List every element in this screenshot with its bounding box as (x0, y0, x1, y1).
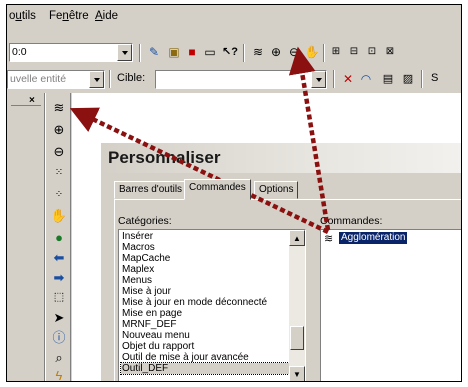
list-item[interactable]: Maplex (121, 264, 289, 275)
pan-icon[interactable]: ✋ (305, 45, 320, 59)
custom-tool-icon[interactable]: ≋ (251, 45, 265, 59)
list-item[interactable]: MapCache (121, 253, 289, 264)
dialog-title: Personnaliser (108, 148, 221, 167)
identify-icon[interactable]: ⓘ (51, 329, 67, 345)
panel-divider (11, 105, 41, 106)
back-arrow-icon[interactable]: ⬅ (51, 249, 67, 265)
entity-dropdown-button[interactable] (89, 71, 104, 88)
fixed-zoom-in-icon[interactable]: ⊞ (329, 45, 343, 59)
list-item[interactable]: Outil de mise à jour avancée (121, 352, 289, 363)
zoom-out-icon[interactable]: ⊖ (287, 45, 301, 59)
arc-tool-icon[interactable]: ◠ (359, 72, 373, 86)
scroll-down-icon[interactable]: ▼ (289, 366, 305, 381)
scroll-up-icon[interactable]: ▲ (289, 230, 305, 246)
tab-commandes[interactable]: Commandes (184, 179, 251, 200)
menu-bar: outils Fenêtre Aide (7, 5, 461, 27)
zoom-in-icon[interactable]: ⊕ (51, 121, 67, 137)
scale-value: 0:0 (12, 46, 27, 58)
command-item-selected[interactable]: ≋ Agglomération (323, 232, 461, 245)
full-extent-icon[interactable]: ⊡ (365, 45, 379, 59)
tab-barres-outils[interactable]: Barres d'outils (114, 181, 188, 199)
select-features-icon[interactable]: ⬚ (51, 289, 67, 305)
previous-extent-icon[interactable]: ⊠ (383, 45, 397, 59)
trailing-label: S (431, 72, 439, 84)
tools-toolbar: ≋ ⊕ ⊖ ⁙ ⁘ ✋ ● ⬅ ➡ ⬚ ➤ ⓘ ⌕ ϟ (45, 93, 71, 382)
cible-label: Cible: (117, 72, 146, 84)
toolbar-separator (421, 70, 423, 88)
list-item[interactable]: Insérer (121, 231, 289, 242)
commands-label: Commandes: (320, 215, 383, 227)
tab-options[interactable]: Options (254, 181, 299, 199)
menu-aide[interactable]: Aide (95, 10, 118, 22)
toolbar-separator (333, 70, 335, 88)
customize-dialog: Personnaliser Barres d'outils Commandes … (101, 143, 461, 381)
list-item[interactable]: Mise en page (121, 308, 289, 319)
list-item-selected[interactable]: Outil_DEF (120, 362, 290, 375)
categories-scrollbar[interactable]: ▲ ▼ (289, 230, 305, 381)
dialog-title-bar: Personnaliser (102, 143, 461, 173)
arctoolbox-icon[interactable]: ■ (185, 45, 199, 59)
editor-pencil-icon[interactable]: ✎ (147, 45, 161, 59)
menu-outils[interactable]: outils (9, 10, 36, 22)
categories-label: Catégories: (118, 215, 172, 227)
toolbar-separator (243, 44, 245, 62)
toolbar-separator (109, 70, 111, 88)
list-item[interactable]: Nouveau menu (121, 330, 289, 341)
sketch-properties-icon[interactable]: ▨ (401, 72, 415, 86)
entity-combo[interactable]: uvelle entité (7, 70, 105, 89)
command-item-label: Agglomération (339, 232, 408, 244)
list-item[interactable]: Menus (121, 275, 289, 286)
sketch-tool-icon[interactable]: ✕ (341, 72, 355, 86)
whats-this-help-icon[interactable]: ↖? (222, 45, 238, 59)
toolbar-separator (323, 44, 325, 62)
list-item[interactable]: Mise à jour en mode déconnecté (121, 297, 289, 308)
entity-value: uvelle entité (10, 73, 67, 85)
window-icon[interactable]: ▭ (203, 45, 217, 59)
fixed-zoom-out-icon[interactable]: ⁘ (51, 187, 67, 203)
scale-combo[interactable]: 0:0 (9, 43, 133, 62)
list-item[interactable]: Macros (121, 242, 289, 253)
hyperlink-bolt-icon[interactable]: ϟ (51, 367, 67, 382)
editor-toolbar: uvelle entité Cible: ✕ ◠ ▤ ▨ S (7, 67, 461, 93)
fixed-zoom-in-icon[interactable]: ⁙ (51, 165, 67, 181)
forward-arrow-icon[interactable]: ➡ (51, 269, 67, 285)
globe-full-extent-icon[interactable]: ● (51, 229, 67, 245)
scroll-thumb[interactable] (290, 326, 304, 350)
pan-hand-icon[interactable]: ✋ (51, 207, 67, 223)
attributes-icon[interactable]: ▤ (381, 72, 395, 86)
agglomeration-tool-icon: ≋ (324, 233, 334, 245)
zoom-in-icon[interactable]: ⊕ (269, 45, 283, 59)
scale-dropdown-button[interactable] (117, 44, 132, 61)
standard-toolbar: 0:0 ✎ ▣ ■ ▭ ↖? ≋ ⊕ ⊖ ✋ ⊞ ⊟ ⊡ ⊠ (7, 39, 461, 67)
table-of-contents-panel: × (7, 93, 45, 381)
select-pointer-icon[interactable]: ➤ (51, 309, 67, 325)
fixed-zoom-out-icon[interactable]: ⊟ (347, 45, 361, 59)
categories-listbox[interactable]: Insérer Macros MapCache Maplex Menus Mis… (118, 229, 306, 381)
list-item[interactable]: MRNF_DEF (121, 319, 289, 330)
toolbox-icon[interactable]: ▣ (167, 45, 181, 59)
menu-fenetre[interactable]: Fenêtre (49, 10, 89, 22)
list-item[interactable]: Objet du rapport (121, 341, 289, 352)
application-window: outils Fenêtre Aide 0:0 ✎ ▣ ■ ▭ ↖? ≋ ⊕ ⊖… (6, 4, 462, 382)
find-binoculars-icon[interactable]: ⌕ (51, 349, 67, 365)
zoom-out-icon[interactable]: ⊖ (51, 143, 67, 159)
list-item[interactable]: Mise à jour (121, 286, 289, 297)
cible-dropdown-button[interactable] (311, 71, 326, 88)
commands-listbox[interactable]: ≋ Agglomération (320, 229, 461, 381)
toolbar-separator (139, 44, 141, 62)
custom-tool-icon[interactable]: ≋ (51, 99, 67, 115)
cible-combo[interactable] (155, 70, 327, 89)
